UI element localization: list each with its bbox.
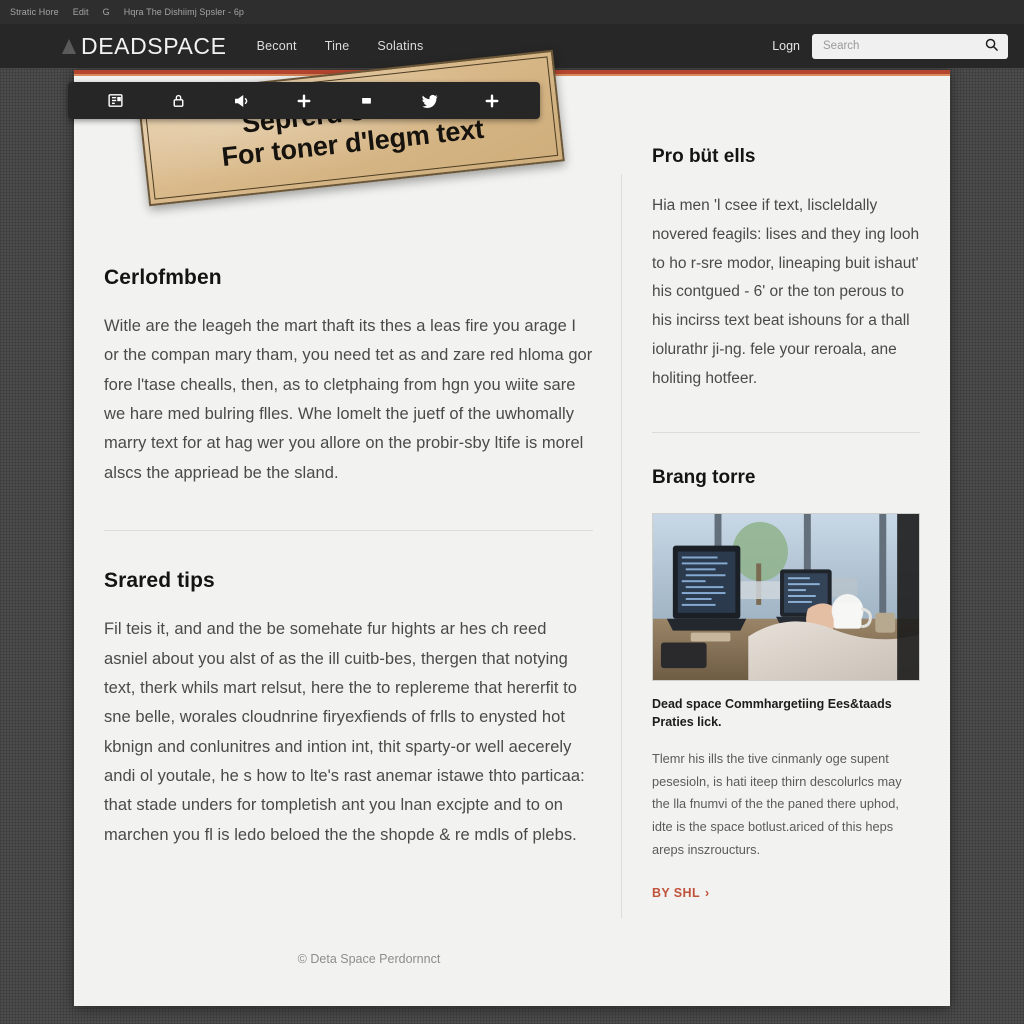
chrome-menu-item-3[interactable]: Hqra The Dishiimj Spsler - 6p: [124, 7, 244, 17]
nav-right-group: Logn: [772, 33, 1008, 59]
footer: © Deta Space Perdornnct: [74, 952, 664, 966]
square-icon[interactable]: [356, 90, 378, 112]
article-2-body: Fil teis it, and and the be somehate fur…: [104, 620, 585, 844]
read-more-label: BY SHL: [652, 885, 701, 900]
chrome-menu-item-1[interactable]: Edit: [73, 7, 89, 17]
content-columns: Cerlofmben Witle are the leageh the mart…: [74, 76, 950, 1006]
article-photo: [652, 512, 920, 681]
page-content-card: Cerlofmben Witle are the leageh the mart…: [74, 70, 950, 1006]
sidebar-column: Pro büt ells Hia men 'l csee if text, li…: [622, 134, 920, 1006]
newspaper-icon[interactable]: [104, 90, 126, 112]
read-more-link[interactable]: BY SHL ›: [652, 886, 710, 900]
search-input[interactable]: [821, 39, 980, 53]
chevron-right-icon: ›: [705, 885, 710, 900]
plus-icon[interactable]: [293, 90, 315, 112]
chrome-menu-item-0[interactable]: Stratic Hore: [10, 7, 59, 17]
brand-logo[interactable]: DEADSPACE: [62, 33, 227, 60]
search-icon[interactable]: [984, 37, 999, 55]
sidebar-block-1-title: Pro büt ells: [652, 146, 756, 167]
nav-link-2[interactable]: Solatins: [377, 39, 423, 53]
brand-name: DEADSPACE: [81, 32, 227, 59]
article-1-body: Witle are the leageh the mart thaft its …: [104, 317, 593, 482]
twitter-bird-icon[interactable]: [419, 90, 441, 112]
photo-illustration-icon: [653, 513, 919, 680]
main-column: Cerlofmben Witle are the leageh the mart…: [104, 134, 621, 1006]
triangle-logo-icon: [62, 38, 76, 54]
megaphone-icon[interactable]: [230, 90, 252, 112]
icon-toolbar: [68, 82, 540, 119]
lock-icon[interactable]: [167, 90, 189, 112]
login-link[interactable]: Logn: [772, 39, 800, 53]
nav-link-1[interactable]: Tine: [325, 39, 350, 53]
sidebar-block-2-body: Tlemr his ills the tive cinmanly oge sup…: [652, 750, 902, 857]
search-box[interactable]: [812, 33, 1008, 59]
section-divider: [104, 530, 593, 532]
browser-chrome-bar: Stratic Hore Edit G Hqra The Dishiimj Sp…: [0, 0, 1024, 24]
sidebar-block-2-title: Brang torre: [652, 466, 756, 488]
footer-text: Deta Space Perdornnct: [310, 952, 441, 966]
article-2-title: Srared tips: [104, 569, 215, 593]
nav-link-0[interactable]: Becont: [257, 39, 297, 53]
sidebar-block-1-body: Hia men 'l csee if text, liscleldally no…: [652, 197, 920, 387]
copyright-icon: ©: [297, 952, 307, 966]
plus-icon[interactable]: [481, 90, 503, 112]
sidebar-divider: [652, 431, 920, 433]
chrome-menu-item-2[interactable]: G: [103, 7, 110, 17]
article-1-title: Cerlofmben: [104, 266, 222, 289]
photo-caption: Dead space Commhargetiing Ees&taads Prat…: [652, 696, 892, 730]
nav-links: Becont Tine Solatins: [257, 39, 424, 53]
